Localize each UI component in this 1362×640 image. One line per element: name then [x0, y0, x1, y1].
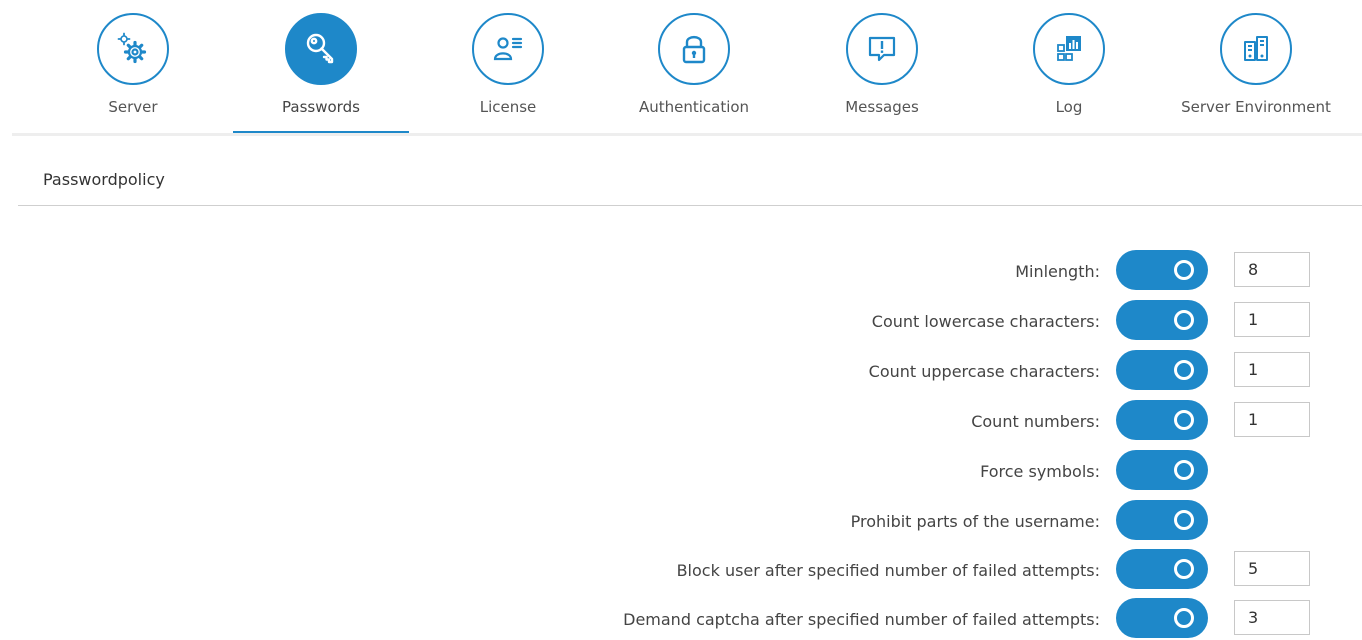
section-divider	[18, 205, 1362, 206]
nav-divider	[12, 133, 1362, 136]
toggle-knob	[1174, 510, 1194, 530]
toggle-knob	[1174, 260, 1194, 280]
block-user-toggle[interactable]	[1116, 549, 1208, 589]
nav-label-log: Log	[1055, 98, 1083, 116]
force-symbols-toggle[interactable]	[1116, 450, 1208, 490]
minlength-toggle[interactable]	[1116, 250, 1208, 290]
policy-row-block-user: Block user after specified number of fai…	[0, 549, 1362, 591]
toggle-knob	[1174, 559, 1194, 579]
nav-circle-passwords	[285, 13, 357, 85]
toggle-knob	[1174, 460, 1194, 480]
nav-item-messages[interactable]: Messages	[794, 0, 974, 136]
uppercase-count-input[interactable]	[1234, 352, 1310, 387]
nav-item-license[interactable]: License	[420, 0, 600, 136]
policy-label: Force symbols:	[980, 462, 1100, 481]
policy-row-uppercase: Count uppercase characters:	[0, 350, 1362, 392]
toggle-knob	[1174, 360, 1194, 380]
policy-row-symbols: Force symbols:	[0, 450, 1362, 492]
nav-circle-log	[1033, 13, 1105, 85]
toggle-knob	[1174, 608, 1194, 628]
nav-circle-messages	[846, 13, 918, 85]
nav-label-authentication: Authentication	[638, 98, 750, 116]
policy-label: Block user after specified number of fai…	[676, 561, 1100, 580]
nav-label-messages: Messages	[845, 98, 919, 116]
policy-row-minlength: Minlength:	[0, 250, 1362, 292]
nav-label-server-environment: Server Environment	[1181, 98, 1331, 116]
nav-circle-server-environment	[1220, 13, 1292, 85]
toggle-knob	[1174, 410, 1194, 430]
policy-row-lowercase: Count lowercase characters:	[0, 300, 1362, 342]
nav-item-passwords[interactable]: Passwords	[233, 0, 413, 136]
policy-row-captcha: Demand captcha after specified number of…	[0, 598, 1362, 640]
nav-item-server[interactable]: Server	[45, 0, 225, 136]
lowercase-toggle[interactable]	[1116, 300, 1208, 340]
policy-label: Count numbers:	[971, 412, 1100, 431]
policy-row-numbers: Count numbers:	[0, 400, 1362, 442]
nav-circle-authentication	[658, 13, 730, 85]
nav-label-license: License	[479, 98, 537, 116]
numbers-count-input[interactable]	[1234, 402, 1310, 437]
lowercase-count-input[interactable]	[1234, 302, 1310, 337]
captcha-attempts-input[interactable]	[1234, 600, 1310, 635]
uppercase-toggle[interactable]	[1116, 350, 1208, 390]
policy-label: Count lowercase characters:	[871, 312, 1100, 331]
nav-item-log[interactable]: Log	[981, 0, 1161, 136]
policy-label: Demand captcha after specified number of…	[623, 610, 1100, 629]
policy-label: Minlength:	[1015, 262, 1100, 281]
numbers-toggle[interactable]	[1116, 400, 1208, 440]
policy-label: Prohibit parts of the username:	[850, 512, 1100, 531]
policy-label: Count uppercase characters:	[868, 362, 1100, 381]
nav-circle-server	[97, 13, 169, 85]
nav-item-authentication[interactable]: Authentication	[606, 0, 786, 136]
prohibit-username-toggle[interactable]	[1116, 500, 1208, 540]
nav-circle-license	[472, 13, 544, 85]
policy-row-username: Prohibit parts of the username:	[0, 500, 1362, 542]
captcha-toggle[interactable]	[1116, 598, 1208, 638]
minlength-input[interactable]	[1234, 252, 1310, 287]
nav-item-server-environment[interactable]: Server Environment	[1168, 0, 1348, 136]
top-navigation: Server Passwords License Authentication …	[0, 0, 1362, 136]
toggle-knob	[1174, 310, 1194, 330]
nav-label-server: Server	[108, 98, 158, 116]
section-title: Passwordpolicy	[43, 170, 165, 189]
nav-label-passwords: Passwords	[282, 98, 360, 116]
block-user-attempts-input[interactable]	[1234, 551, 1310, 586]
